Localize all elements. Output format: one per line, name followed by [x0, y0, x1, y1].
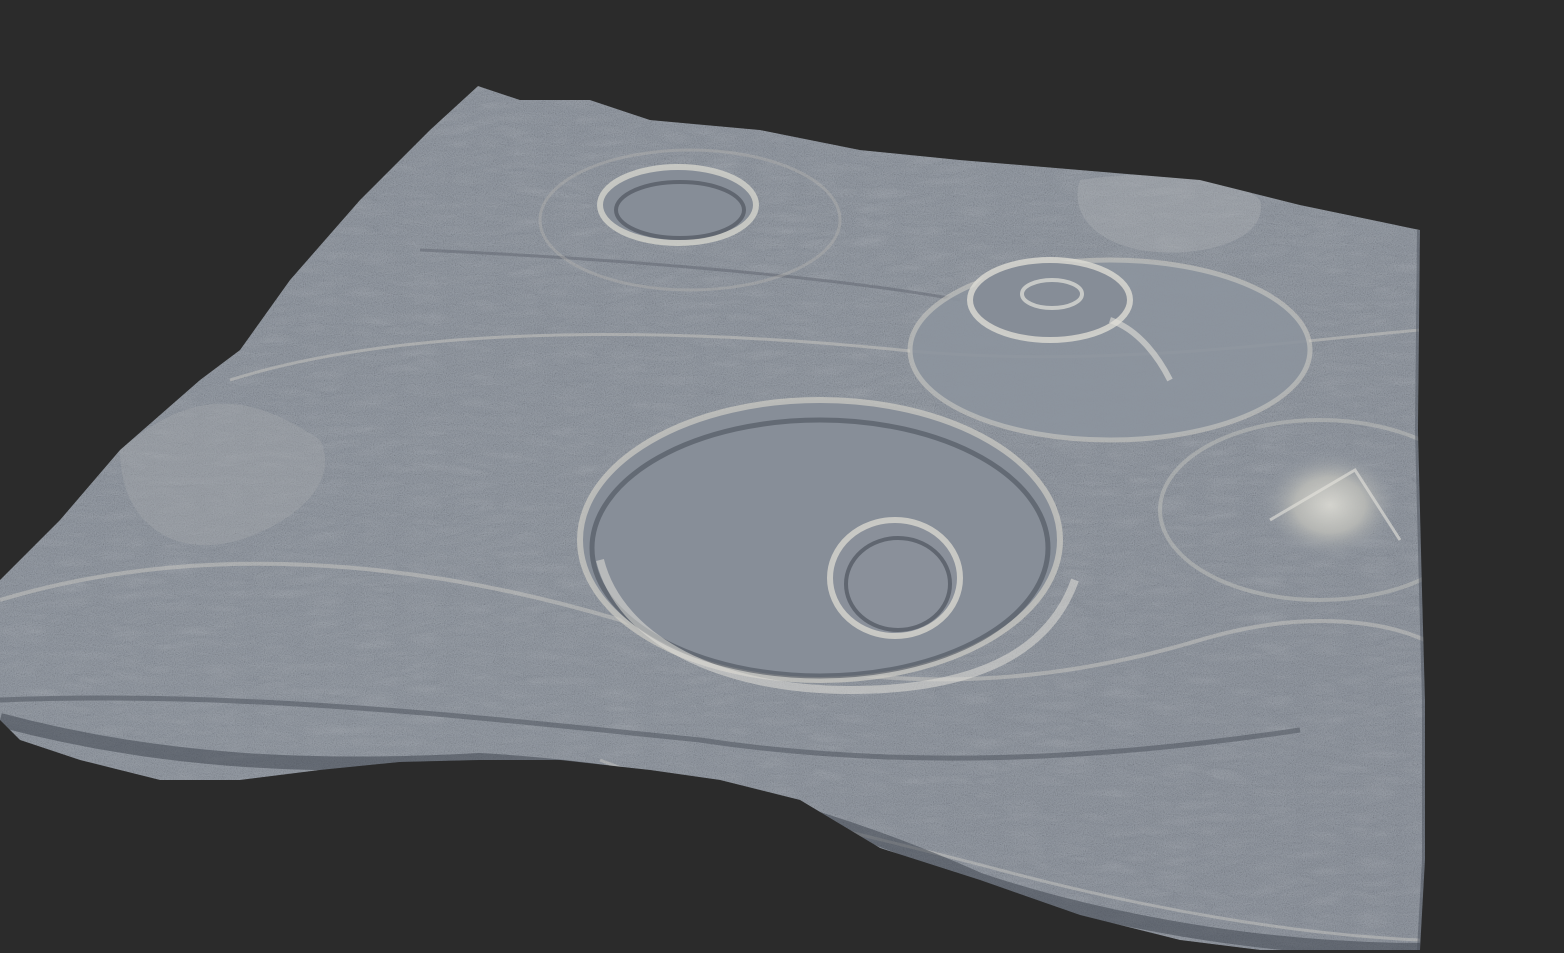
3d-viewport[interactable] — [0, 0, 1564, 953]
terrain-render — [0, 86, 1425, 950]
terrain-surface — [0, 86, 1425, 950]
crater-top-right — [907, 257, 1313, 443]
crater-small-inner — [827, 517, 963, 639]
